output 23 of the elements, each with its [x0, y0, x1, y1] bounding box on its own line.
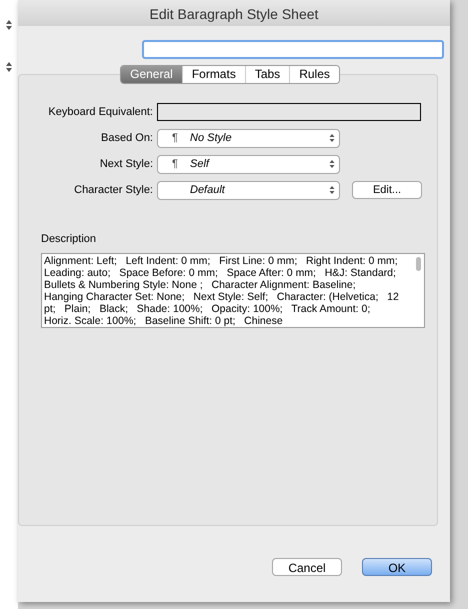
stepper-icon — [329, 159, 335, 169]
cancel-button[interactable]: Cancel — [272, 558, 342, 576]
stepper-icon — [329, 185, 335, 195]
keyboard-equivalent-field[interactable] — [157, 103, 421, 121]
window-title: Edit Baragraph Style Sheet — [18, 0, 450, 26]
edit-button[interactable]: Edit... — [352, 181, 422, 199]
field-label: Based On: — [100, 130, 153, 146]
stepper-icon — [329, 133, 335, 143]
field-label: Keyboard Equivalent: — [47, 104, 153, 120]
popup-button[interactable]: ¶ Self — [157, 154, 340, 174]
tab[interactable]: Rules — [289, 66, 339, 83]
ok-button[interactable]: OK — [362, 558, 432, 576]
popup-button[interactable]: Default — [157, 180, 340, 200]
name-field[interactable] — [142, 40, 444, 59]
tab[interactable]: General — [121, 66, 182, 83]
section-heading: Description — [41, 232, 98, 247]
stepper-icon[interactable] — [5, 60, 13, 74]
description-text: Alignment: Left; Left Indent: 0 mm; First Line: 0 mm; Right Indent: 0 mm; Leading: auto; Space Before: 0 mm; Space After: 0 mm; H&J: Standard; Bullets & Numbering Style: None ; Character Alignment: Baseline; Hanging Character Set: None; Next Style: Self; Character: (Helvetica; 12 pt; Plain; Black; Shade: 100%; Opacity: 100%; Track Amount: 0; Horiz. Scale: 100%; Baseline Shift: 0 pt; Chinese — [43, 254, 400, 326]
field-label: Character Style: — [73, 182, 153, 198]
field-label: Next Style: — [98, 156, 153, 172]
stepper-icon[interactable] — [5, 18, 13, 32]
popup-button[interactable]: ¶ No Style — [157, 128, 340, 148]
scrollbar-thumb[interactable] — [416, 256, 421, 270]
